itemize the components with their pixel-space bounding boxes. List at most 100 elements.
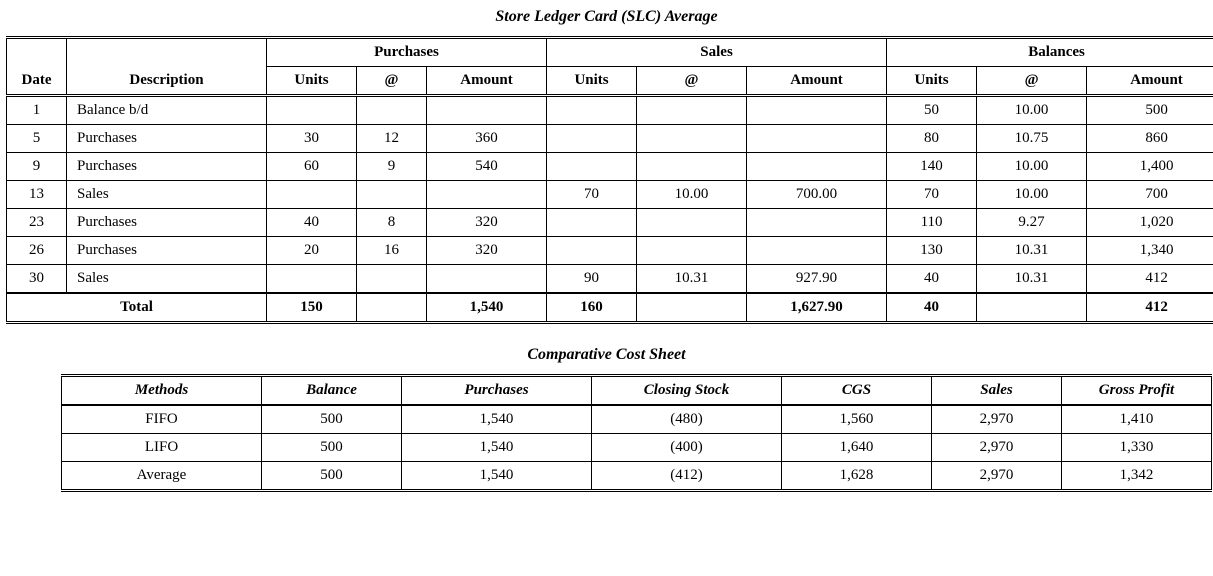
slc-cell-bm: 1,340 — [1087, 237, 1213, 265]
slc-cell-sm: 700.00 — [747, 181, 887, 209]
comp-cell-closing: (480) — [592, 405, 782, 434]
slc-total-sa — [637, 293, 747, 323]
slc-cell-desc: Sales — [67, 265, 267, 294]
slc-cell-sm — [747, 125, 887, 153]
slc-cell-date: 9 — [7, 153, 67, 181]
slc-header-s-amount: Amount — [747, 67, 887, 96]
slc-total-sm: 1,627.90 — [747, 293, 887, 323]
comp-cell-sales: 2,970 — [932, 434, 1062, 462]
comp-cell-sales: 2,970 — [932, 405, 1062, 434]
comp-cell-method: FIFO — [62, 405, 262, 434]
comp-cell-cgs: 1,640 — [782, 434, 932, 462]
comp-header-closing: Closing Stock — [592, 376, 782, 406]
slc-cell-su — [547, 153, 637, 181]
slc-title: Store Ledger Card (SLC) Average — [6, 8, 1207, 26]
table-row: 9Purchases60954014010.001,400 — [7, 153, 1213, 181]
comp-cell-purchases: 1,540 — [402, 434, 592, 462]
slc-cell-ba: 10.00 — [977, 96, 1087, 125]
slc-total-ba — [977, 293, 1087, 323]
slc-cell-pa — [357, 265, 427, 294]
table-row: 5Purchases30123608010.75860 — [7, 125, 1213, 153]
slc-cell-pu: 60 — [267, 153, 357, 181]
slc-cell-ba: 10.00 — [977, 153, 1087, 181]
slc-header-date: Date — [7, 67, 67, 96]
slc-header-purchases: Purchases — [267, 38, 547, 67]
slc-total-bu: 40 — [887, 293, 977, 323]
slc-cell-bu: 140 — [887, 153, 977, 181]
slc-cell-su: 70 — [547, 181, 637, 209]
slc-header-blank-desc — [67, 38, 267, 67]
slc-header-balances: Balances — [887, 38, 1213, 67]
slc-total-su: 160 — [547, 293, 637, 323]
comp-cell-gp: 1,410 — [1062, 405, 1212, 434]
slc-total-pa — [357, 293, 427, 323]
comp-cell-sales: 2,970 — [932, 462, 1062, 491]
slc-cell-bm: 412 — [1087, 265, 1213, 294]
slc-cell-su: 90 — [547, 265, 637, 294]
slc-cell-pu — [267, 181, 357, 209]
slc-cell-pa — [357, 181, 427, 209]
comp-header-methods: Methods — [62, 376, 262, 406]
slc-cell-bu: 70 — [887, 181, 977, 209]
slc-cell-bm: 1,400 — [1087, 153, 1213, 181]
slc-header-p-at: @ — [357, 67, 427, 96]
slc-cell-sa: 10.00 — [637, 181, 747, 209]
table-row: Average5001,540(412)1,6282,9701,342 — [62, 462, 1212, 491]
slc-cell-bu: 50 — [887, 96, 977, 125]
comp-header-cgs: CGS — [782, 376, 932, 406]
slc-header-blank-date — [7, 38, 67, 67]
slc-cell-su — [547, 96, 637, 125]
slc-cell-ba: 10.31 — [977, 237, 1087, 265]
slc-cell-pu — [267, 265, 357, 294]
slc-cell-sm — [747, 209, 887, 237]
slc-cell-bm: 700 — [1087, 181, 1213, 209]
slc-cell-date: 23 — [7, 209, 67, 237]
slc-cell-sm — [747, 153, 887, 181]
slc-cell-sm — [747, 96, 887, 125]
slc-cell-ba: 10.31 — [977, 265, 1087, 294]
slc-cell-pa: 12 — [357, 125, 427, 153]
slc-cell-pm: 320 — [427, 209, 547, 237]
slc-header-s-units: Units — [547, 67, 637, 96]
comp-cell-gp: 1,342 — [1062, 462, 1212, 491]
comp-cell-closing: (400) — [592, 434, 782, 462]
slc-cell-su — [547, 125, 637, 153]
slc-cell-ba: 10.00 — [977, 181, 1087, 209]
comp-cell-method: LIFO — [62, 434, 262, 462]
table-row: 23Purchases4083201109.271,020 — [7, 209, 1213, 237]
slc-cell-bu: 130 — [887, 237, 977, 265]
slc-cell-pu: 30 — [267, 125, 357, 153]
comp-header-balance: Balance — [262, 376, 402, 406]
slc-cell-date: 30 — [7, 265, 67, 294]
slc-cell-pa — [357, 96, 427, 125]
slc-header-sales: Sales — [547, 38, 887, 67]
slc-cell-date: 13 — [7, 181, 67, 209]
slc-cell-desc: Purchases — [67, 209, 267, 237]
slc-cell-sa: 10.31 — [637, 265, 747, 294]
table-row: LIFO5001,540(400)1,6402,9701,330 — [62, 434, 1212, 462]
slc-cell-desc: Purchases — [67, 125, 267, 153]
slc-cell-date: 5 — [7, 125, 67, 153]
slc-cell-pu: 20 — [267, 237, 357, 265]
slc-cell-desc: Sales — [67, 181, 267, 209]
slc-cell-pu — [267, 96, 357, 125]
slc-cell-desc: Balance b/d — [67, 96, 267, 125]
comp-cell-balance: 500 — [262, 462, 402, 491]
slc-cell-date: 26 — [7, 237, 67, 265]
comp-title: Comparative Cost Sheet — [6, 346, 1207, 364]
slc-total-pu: 150 — [267, 293, 357, 323]
slc-cell-bu: 40 — [887, 265, 977, 294]
slc-header-b-units: Units — [887, 67, 977, 96]
slc-cell-sm: 927.90 — [747, 265, 887, 294]
table-row: 1Balance b/d5010.00500 — [7, 96, 1213, 125]
slc-cell-ba: 10.75 — [977, 125, 1087, 153]
comp-header-gp: Gross Profit — [1062, 376, 1212, 406]
slc-cell-sm — [747, 237, 887, 265]
table-row: 26Purchases201632013010.311,340 — [7, 237, 1213, 265]
slc-cell-sa — [637, 125, 747, 153]
slc-cell-bu: 110 — [887, 209, 977, 237]
slc-cell-date: 1 — [7, 96, 67, 125]
comp-cell-gp: 1,330 — [1062, 434, 1212, 462]
slc-total-label: Total — [7, 293, 267, 323]
slc-table: Purchases Sales Balances Date Descriptio… — [6, 36, 1213, 324]
